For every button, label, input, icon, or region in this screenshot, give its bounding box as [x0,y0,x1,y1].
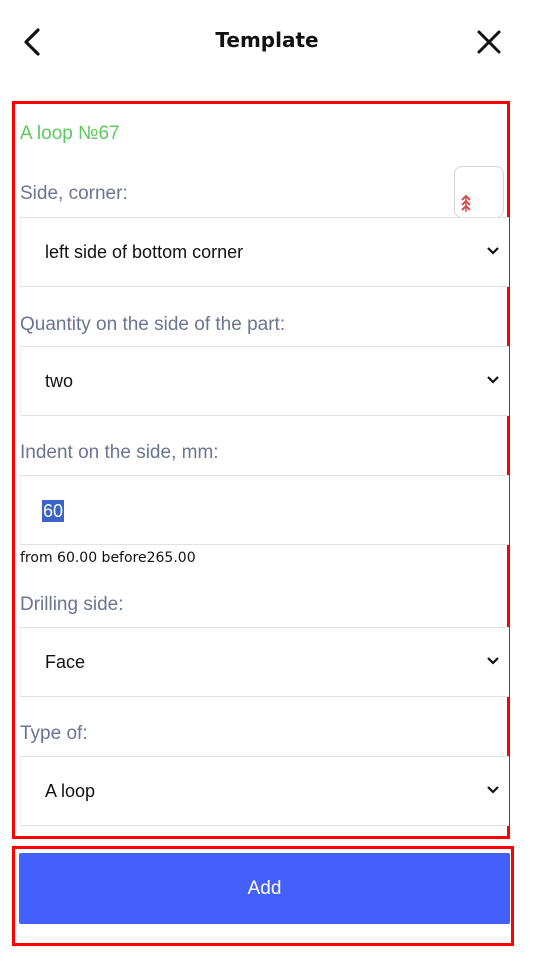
quantity-label: Quantity on the side of the part: [20,314,286,335]
page-title: Template [215,28,319,52]
drilling-side-label: Drilling side: [20,594,124,615]
chevron-down-icon [487,376,499,384]
type-value: A loop [45,781,96,801]
side-corner-label: Side, corner: [20,183,128,204]
drilling-side-value: Face [45,652,86,672]
preview-button[interactable] [454,166,504,218]
chevron-down-icon [487,786,499,794]
quantity-value: two [45,371,74,391]
template-form: A loop №67 Side, corner: left side of bo… [12,101,510,839]
chevron-down-icon [487,247,499,255]
arrows-up-icon [461,194,471,212]
header: Template [0,0,534,84]
close-button[interactable] [470,22,508,62]
type-label: Type of: [20,723,88,744]
chevron-down-icon [487,657,499,665]
add-button[interactable]: Add [19,853,510,924]
quantity-select[interactable]: two [20,346,509,416]
indent-input[interactable]: 60 [20,475,509,545]
form-title: A loop №67 [20,123,120,144]
template-screen: Template A loop №67 Side, corner: left s… [0,0,534,975]
drilling-side-select[interactable]: Face [20,627,509,697]
add-button-container: Add [12,846,514,946]
side-corner-value: left side of bottom corner [45,242,244,262]
indent-range-hint: from 60.00 before265.00 [20,550,196,566]
type-select[interactable]: A loop [20,756,509,826]
close-icon [477,30,501,54]
indent-label: Indent on the side, mm: [20,442,219,463]
indent-value: 60 [42,500,65,522]
side-corner-select[interactable]: left side of bottom corner [20,217,509,287]
